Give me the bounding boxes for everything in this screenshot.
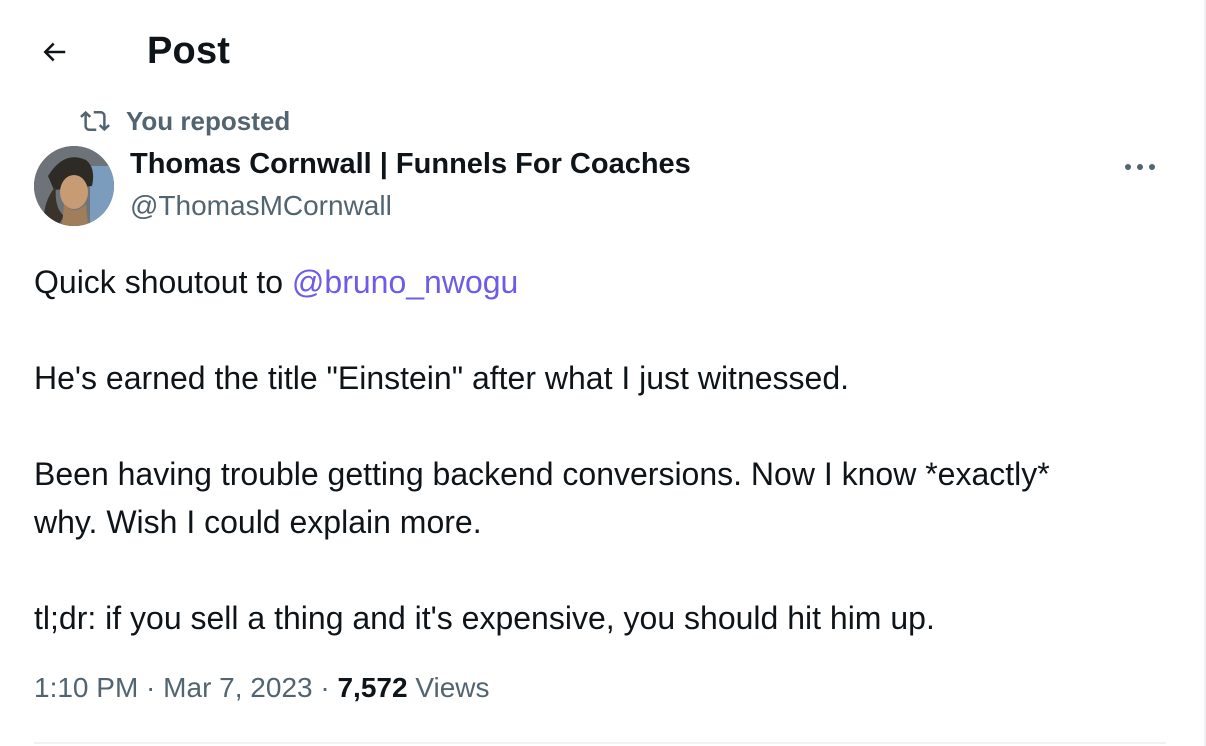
tweet-line-3b: why. Wish I could explain more. bbox=[34, 504, 482, 540]
views-label: Views bbox=[407, 672, 490, 703]
more-horizontal-icon bbox=[1125, 164, 1155, 170]
avatar-image bbox=[34, 146, 114, 226]
tweet-date[interactable]: Mar 7, 2023 bbox=[163, 672, 312, 703]
views-count[interactable]: 7,572 bbox=[337, 672, 407, 703]
tweet-line-1: Quick shoutout to @bruno_nwogu bbox=[34, 258, 1174, 306]
tweet-line-4: tl;dr: if you sell a thing and it's expe… bbox=[34, 600, 935, 636]
repost-context[interactable]: You reposted bbox=[80, 106, 290, 136]
back-button[interactable] bbox=[30, 28, 78, 76]
meta-separator: · bbox=[138, 672, 164, 703]
divider bbox=[34, 742, 1166, 744]
page-title: Post bbox=[147, 30, 231, 72]
more-options-button[interactable] bbox=[1116, 150, 1164, 184]
tweet-text-segment: Quick shoutout to bbox=[34, 264, 292, 300]
tweet-time[interactable]: 1:10 PM bbox=[34, 672, 138, 703]
post-page: Post You reposted Thomas Cornwall | Funn… bbox=[0, 0, 1206, 746]
tweet-line-3a: Been having trouble getting backend conv… bbox=[34, 456, 1050, 492]
arrow-left-icon bbox=[43, 42, 66, 62]
author-name[interactable]: Thomas Cornwall | Funnels For Coaches bbox=[130, 148, 691, 181]
tweet-meta: 1:10 PM · Mar 7, 2023 · 7,572 Views bbox=[34, 672, 490, 704]
tweet-line-2: He's earned the title "Einstein" after w… bbox=[34, 360, 850, 396]
repost-icon bbox=[80, 110, 110, 132]
meta-separator: · bbox=[312, 672, 338, 703]
avatar[interactable] bbox=[34, 146, 114, 226]
post-header: Post bbox=[0, 0, 1200, 104]
repost-label: You reposted bbox=[126, 105, 291, 136]
author-handle[interactable]: @ThomasMCornwall bbox=[130, 190, 392, 222]
tweet-text: Quick shoutout to @bruno_nwogu He's earn… bbox=[34, 258, 1174, 642]
mention-link[interactable]: @bruno_nwogu bbox=[292, 264, 518, 300]
